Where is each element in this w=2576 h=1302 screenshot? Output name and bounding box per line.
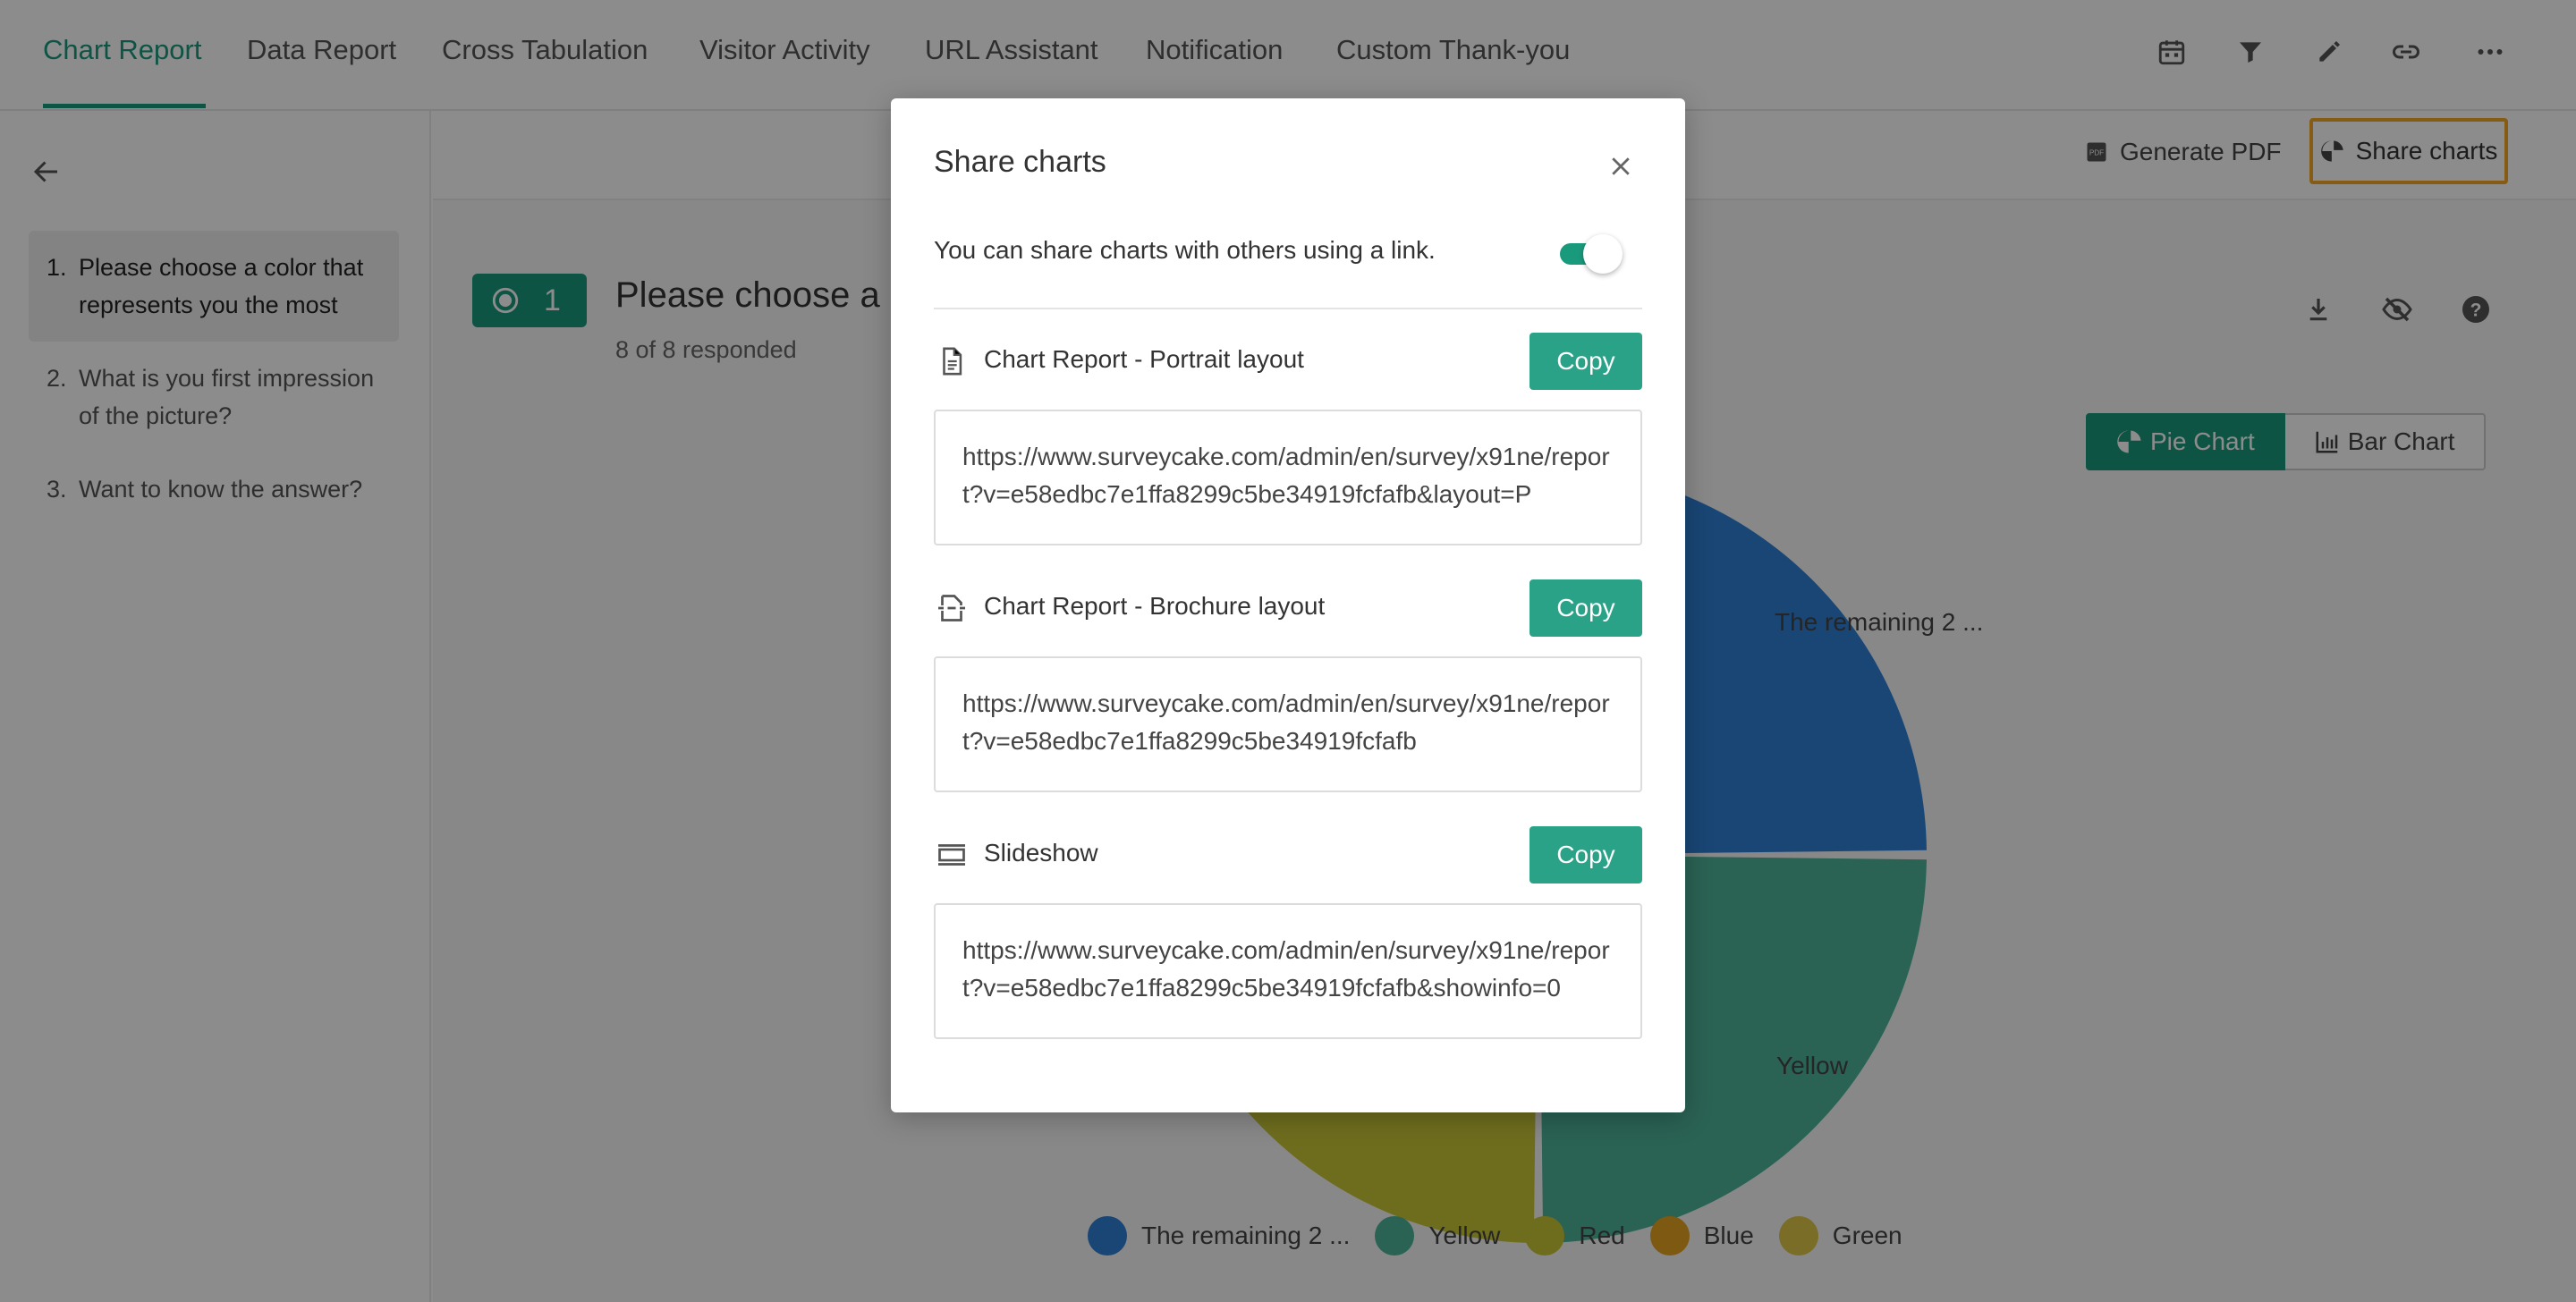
share-toggle[interactable]: [1560, 234, 1623, 274]
document-icon: [934, 343, 970, 379]
brochure-url-field[interactable]: https://www.surveycake.com/admin/en/surv…: [934, 656, 1642, 792]
brochure-link-label: Chart Report - Brochure layout: [984, 592, 1326, 620]
slideshow-link-label: Slideshow: [984, 839, 1098, 867]
portrait-link-row: Chart Report - Portrait layout Copy: [934, 333, 1642, 390]
portrait-link-label: Chart Report - Portrait layout: [984, 345, 1304, 373]
divider: [934, 308, 1642, 309]
portrait-url-field[interactable]: https://www.surveycake.com/admin/en/surv…: [934, 410, 1642, 545]
share-charts-dialog: Share charts You can share charts with o…: [891, 98, 1685, 1112]
copy-slideshow-button[interactable]: Copy: [1530, 826, 1642, 884]
copy-brochure-button[interactable]: Copy: [1530, 579, 1642, 637]
share-description: You can share charts with others using a…: [934, 236, 1436, 264]
slideshow-link-row: Slideshow Copy: [934, 826, 1642, 884]
slideshow-url-field[interactable]: https://www.surveycake.com/admin/en/surv…: [934, 903, 1642, 1039]
toggle-knob: [1583, 234, 1623, 274]
slideshow-icon: [934, 837, 970, 873]
brochure-link-row: Chart Report - Brochure layout Copy: [934, 579, 1642, 637]
copy-portrait-button[interactable]: Copy: [1530, 333, 1642, 390]
close-icon[interactable]: [1603, 148, 1639, 184]
brochure-icon: [934, 590, 970, 626]
dialog-title: Share charts: [934, 145, 1106, 179]
